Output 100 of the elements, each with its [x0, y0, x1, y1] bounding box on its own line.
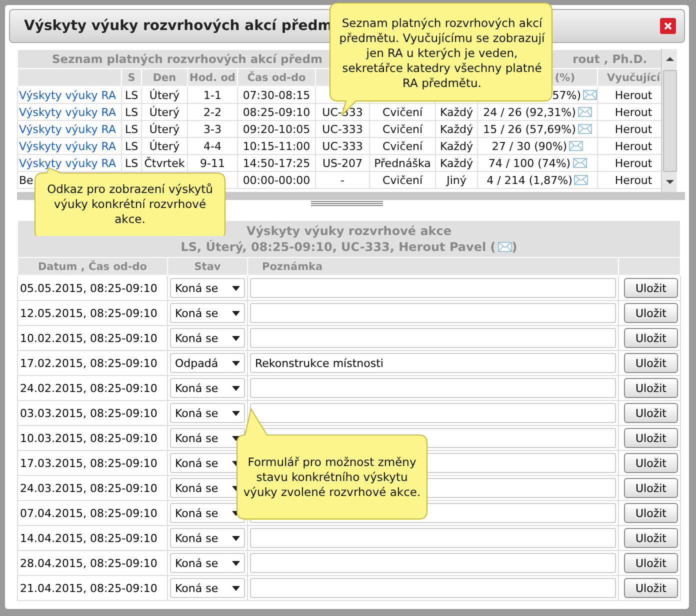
caret-icon: [232, 386, 240, 390]
note-field[interactable]: [250, 403, 616, 423]
date-cell: 17.02.2015, 08:25-09:10: [18, 350, 168, 376]
table-cell: Cvičení: [370, 120, 436, 138]
close-icon: [664, 22, 672, 30]
envelope-icon[interactable]: [498, 242, 512, 252]
capacity-cell: 74 / 100 (74%): [488, 156, 571, 170]
column-header: Datum , Čas od-do: [18, 258, 168, 276]
caret-icon: [232, 310, 240, 316]
note-field[interactable]: Rekonstrukce místnosti: [250, 353, 616, 373]
table-cell: Úterý: [142, 104, 188, 120]
table-cell: LS: [122, 154, 142, 172]
table-cell: Přednáška: [370, 154, 436, 172]
caret-icon: [232, 536, 240, 540]
table-cell: LS: [122, 120, 142, 138]
table-cell: Be: [19, 174, 34, 186]
table-cell: 14:50-17:25: [238, 154, 316, 172]
envelope-icon[interactable]: [574, 174, 588, 184]
table-cell: UC-333: [316, 120, 370, 138]
scroll-up-icon[interactable]: [666, 55, 674, 61]
table-cell: Úterý: [142, 86, 188, 104]
save-button[interactable]: Uložit: [624, 403, 678, 423]
table-cell: Cvičení: [370, 172, 436, 188]
status-dropdown[interactable]: Koná se: [170, 278, 245, 298]
save-button[interactable]: Uložit: [624, 303, 678, 323]
note-field[interactable]: [250, 378, 616, 398]
caret-icon: [232, 560, 240, 566]
table-cell: 10:15-11:00: [238, 138, 316, 154]
save-button[interactable]: Uložit: [624, 528, 678, 548]
table-cell: LS: [122, 104, 142, 120]
capacity-cell: 15 / 26 (57,69%): [483, 122, 576, 136]
table-cell: 07:30-08:15: [238, 86, 316, 104]
save-button[interactable]: Uložit: [624, 428, 678, 448]
save-button[interactable]: Uložit: [624, 378, 678, 398]
capacity-cell: 57%): [552, 88, 581, 102]
envelope-icon[interactable]: [578, 106, 592, 116]
section-title: Výskyty výuky rozvrhové akce: [246, 223, 453, 239]
envelope-icon[interactable]: [578, 124, 592, 134]
status-dropdown[interactable]: Koná se: [170, 328, 245, 348]
caret-icon: [232, 410, 240, 416]
note-field[interactable]: [250, 553, 616, 573]
column-header: Čas od-do: [238, 68, 316, 86]
dialog-title: Výskyty výuky rozvrhových akcí předm: [24, 18, 332, 34]
status-dropdown[interactable]: Koná se: [170, 528, 245, 548]
splitter-handle[interactable]: [311, 200, 383, 206]
status-dropdown[interactable]: Koná se: [170, 403, 245, 423]
save-button[interactable]: Uložit: [624, 353, 678, 373]
date-cell: 21.04.2015, 08:25-09:10: [18, 576, 168, 600]
save-button[interactable]: Uložit: [624, 453, 678, 473]
table-cell: 08:25-09:10: [238, 104, 316, 120]
note-field[interactable]: [250, 578, 616, 598]
status-dropdown[interactable]: Koná se: [170, 378, 245, 398]
status-dropdown[interactable]: Odpadá: [170, 353, 245, 373]
status-dropdown[interactable]: Koná se: [170, 553, 245, 573]
date-cell: 14.04.2015, 08:25-09:10: [18, 526, 168, 550]
status-dropdown[interactable]: Koná se: [170, 503, 245, 523]
envelope-icon[interactable]: [572, 158, 587, 168]
capacity-cell: 27 / 30 (90%): [492, 140, 568, 152]
caret-icon: [232, 336, 240, 340]
date-cell: 10.03.2015, 08:25-09:10: [18, 426, 168, 450]
table-cell: 09:20-10:05: [238, 120, 316, 138]
save-button[interactable]: Uložit: [624, 278, 678, 298]
note-field[interactable]: [250, 278, 616, 298]
note-field[interactable]: [250, 303, 616, 323]
table-cell: 1-1: [188, 86, 238, 104]
caret-icon: [232, 360, 240, 366]
date-cell: 10.02.2015, 08:25-09:10: [18, 326, 168, 350]
table-cell: 2-2: [188, 104, 238, 120]
column-header: Stav: [168, 258, 248, 276]
save-button[interactable]: Uložit: [624, 578, 678, 598]
capacity-cell: 24 / 26 (92,31%): [483, 106, 576, 118]
table-cell: 4-4: [188, 138, 238, 154]
save-button[interactable]: Uložit: [624, 553, 678, 573]
table-cell: 00:00-00:00: [238, 172, 316, 188]
save-button[interactable]: Uložit: [624, 503, 678, 523]
caret-icon: [232, 586, 240, 590]
save-button[interactable]: Uložit: [624, 478, 678, 498]
table-cell: Každý: [436, 120, 478, 138]
date-cell: 12.05.2015, 08:25-09:10: [18, 300, 168, 326]
table-cell: LS: [122, 86, 142, 104]
status-dropdown[interactable]: Koná se: [170, 578, 245, 598]
callout-tooltip: Formulář pro možnost změny stavu konkrétního výskytu výuky zvolené rozvrhové akce.: [236, 408, 428, 520]
table-cell: 3-3: [188, 120, 238, 138]
envelope-icon[interactable]: [569, 140, 584, 150]
note-field[interactable]: [250, 528, 616, 548]
scroll-down-icon[interactable]: [666, 180, 674, 186]
table-cell: Každý: [436, 138, 478, 154]
date-cell: 24.03.2015, 08:25-09:10: [18, 476, 168, 500]
note-field[interactable]: [250, 328, 616, 348]
vertical-scrollbar[interactable]: [661, 49, 677, 192]
status-dropdown[interactable]: Koná se: [170, 428, 245, 448]
column-header: Poznámka: [248, 258, 618, 276]
column-header: Hod. od: [188, 68, 238, 86]
save-button[interactable]: Uložit: [624, 328, 678, 348]
envelope-icon[interactable]: [583, 90, 597, 100]
close-button[interactable]: [660, 18, 676, 34]
table-cell: Jiný: [436, 172, 478, 188]
table-cell: -: [316, 172, 370, 188]
date-cell: 28.04.2015, 08:25-09:10: [18, 550, 168, 576]
status-dropdown[interactable]: Koná se: [170, 303, 245, 323]
